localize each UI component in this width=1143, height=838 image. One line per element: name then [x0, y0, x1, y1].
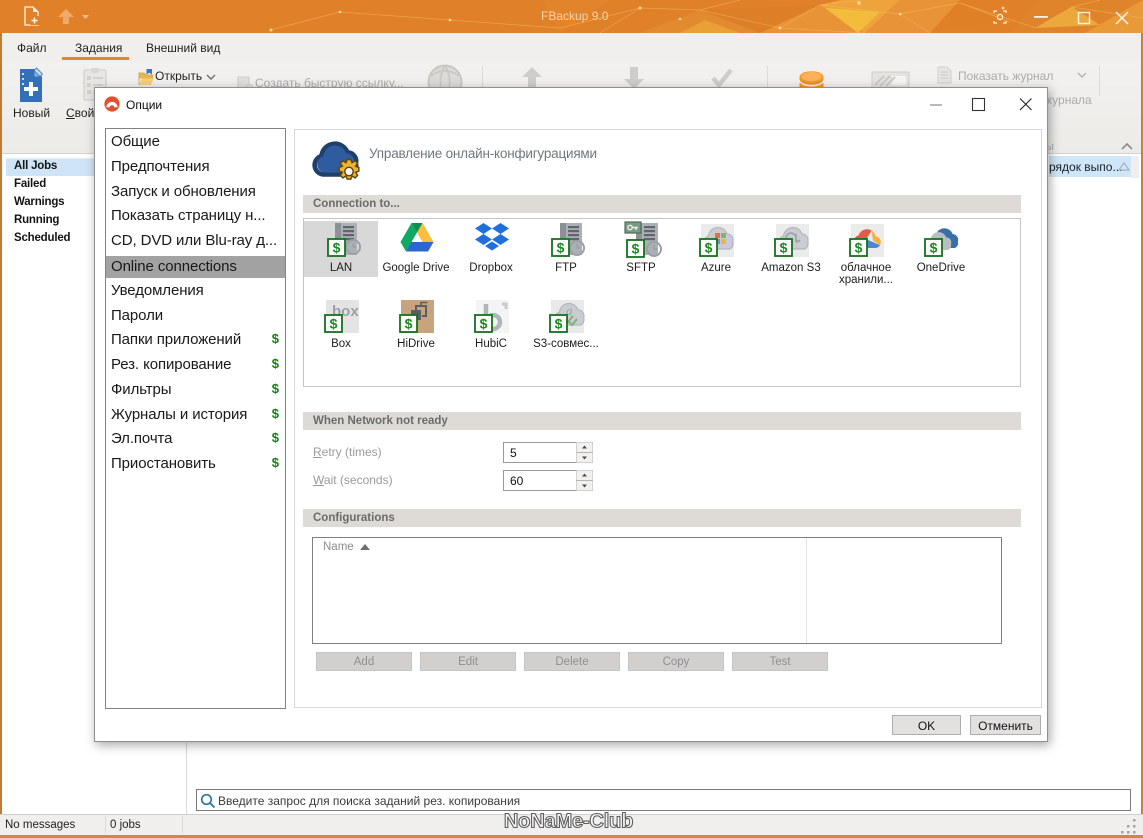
svg-text:NoNaMe-Club: NoNaMe-Club — [504, 811, 633, 833]
